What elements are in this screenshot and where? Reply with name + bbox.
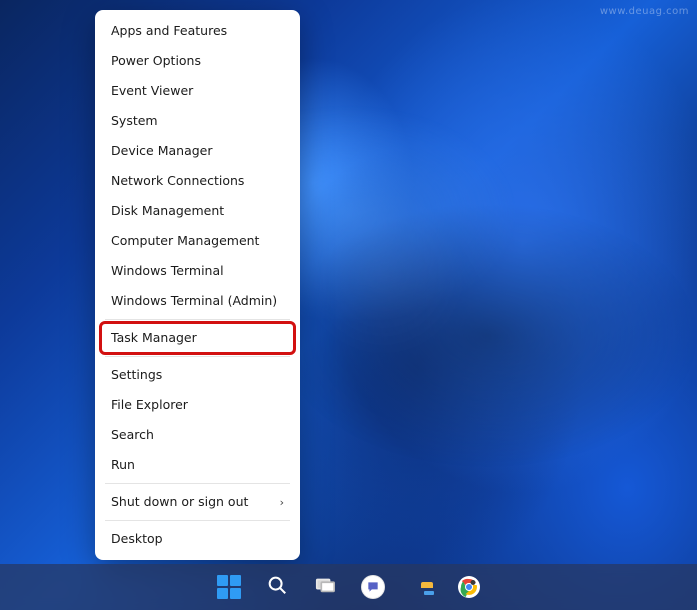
ctx-item-label: Event Viewer xyxy=(111,85,193,98)
ctx-item-label: Computer Management xyxy=(111,235,259,248)
ctx-item-shut-down-or-sign-out[interactable]: Shut down or sign out › xyxy=(101,487,294,517)
ctx-item-event-viewer[interactable]: Event Viewer xyxy=(101,76,294,106)
menu-separator xyxy=(105,483,290,484)
file-explorer-button[interactable] xyxy=(401,567,441,607)
ctx-item-label: Disk Management xyxy=(111,205,224,218)
desktop: www.deuag.com Apps and FeaturesPower Opt… xyxy=(0,0,697,610)
ctx-item-label: File Explorer xyxy=(111,399,188,412)
ctx-item-windows-terminal-admin[interactable]: Windows Terminal (Admin) xyxy=(101,286,294,316)
ctx-item-label: Windows Terminal (Admin) xyxy=(111,295,277,308)
ctx-item-apps-and-features[interactable]: Apps and Features xyxy=(101,16,294,46)
ctx-item-search[interactable]: Search xyxy=(101,420,294,450)
ctx-item-windows-terminal[interactable]: Windows Terminal xyxy=(101,256,294,286)
ctx-item-system[interactable]: System xyxy=(101,106,294,136)
ctx-item-label: Run xyxy=(111,459,135,472)
chevron-right-icon: › xyxy=(280,497,284,508)
start-icon xyxy=(217,575,241,599)
menu-separator xyxy=(105,520,290,521)
task-view-icon xyxy=(314,574,336,600)
ctx-item-label: System xyxy=(111,115,158,128)
chrome-button[interactable] xyxy=(449,567,489,607)
search-button[interactable] xyxy=(257,567,297,607)
ctx-item-device-manager[interactable]: Device Manager xyxy=(101,136,294,166)
search-icon xyxy=(266,574,288,600)
task-view-button[interactable] xyxy=(305,567,345,607)
ctx-item-label: Network Connections xyxy=(111,175,244,188)
ctx-item-disk-management[interactable]: Disk Management xyxy=(101,196,294,226)
ctx-item-label: Power Options xyxy=(111,55,201,68)
ctx-item-label: Search xyxy=(111,429,154,442)
ctx-item-label: Windows Terminal xyxy=(111,265,224,278)
ctx-item-network-connections[interactable]: Network Connections xyxy=(101,166,294,196)
ctx-item-desktop[interactable]: Desktop xyxy=(101,524,294,554)
ctx-item-label: Settings xyxy=(111,369,162,382)
ctx-item-label: Shut down or sign out xyxy=(111,496,248,509)
chat-icon xyxy=(361,575,385,599)
ctx-item-label: Device Manager xyxy=(111,145,213,158)
chat-button[interactable] xyxy=(353,567,393,607)
ctx-item-computer-management[interactable]: Computer Management xyxy=(101,226,294,256)
ctx-item-settings[interactable]: Settings xyxy=(101,360,294,390)
ctx-item-label: Task Manager xyxy=(111,332,197,345)
ctx-item-task-manager[interactable]: Task Manager xyxy=(101,323,294,353)
menu-separator xyxy=(105,356,290,357)
winx-context-menu: Apps and Features Power Options Event View… xyxy=(95,10,300,560)
chrome-icon xyxy=(457,575,481,599)
menu-separator xyxy=(105,319,290,320)
start-button[interactable] xyxy=(209,567,249,607)
ctx-item-run[interactable]: Run xyxy=(101,450,294,480)
taskbar xyxy=(0,564,697,610)
ctx-item-power-options[interactable]: Power Options xyxy=(101,46,294,76)
ctx-item-label: Apps and Features xyxy=(111,25,227,38)
ctx-item-file-explorer[interactable]: File Explorer xyxy=(101,390,294,420)
ctx-item-label: Desktop xyxy=(111,533,163,546)
